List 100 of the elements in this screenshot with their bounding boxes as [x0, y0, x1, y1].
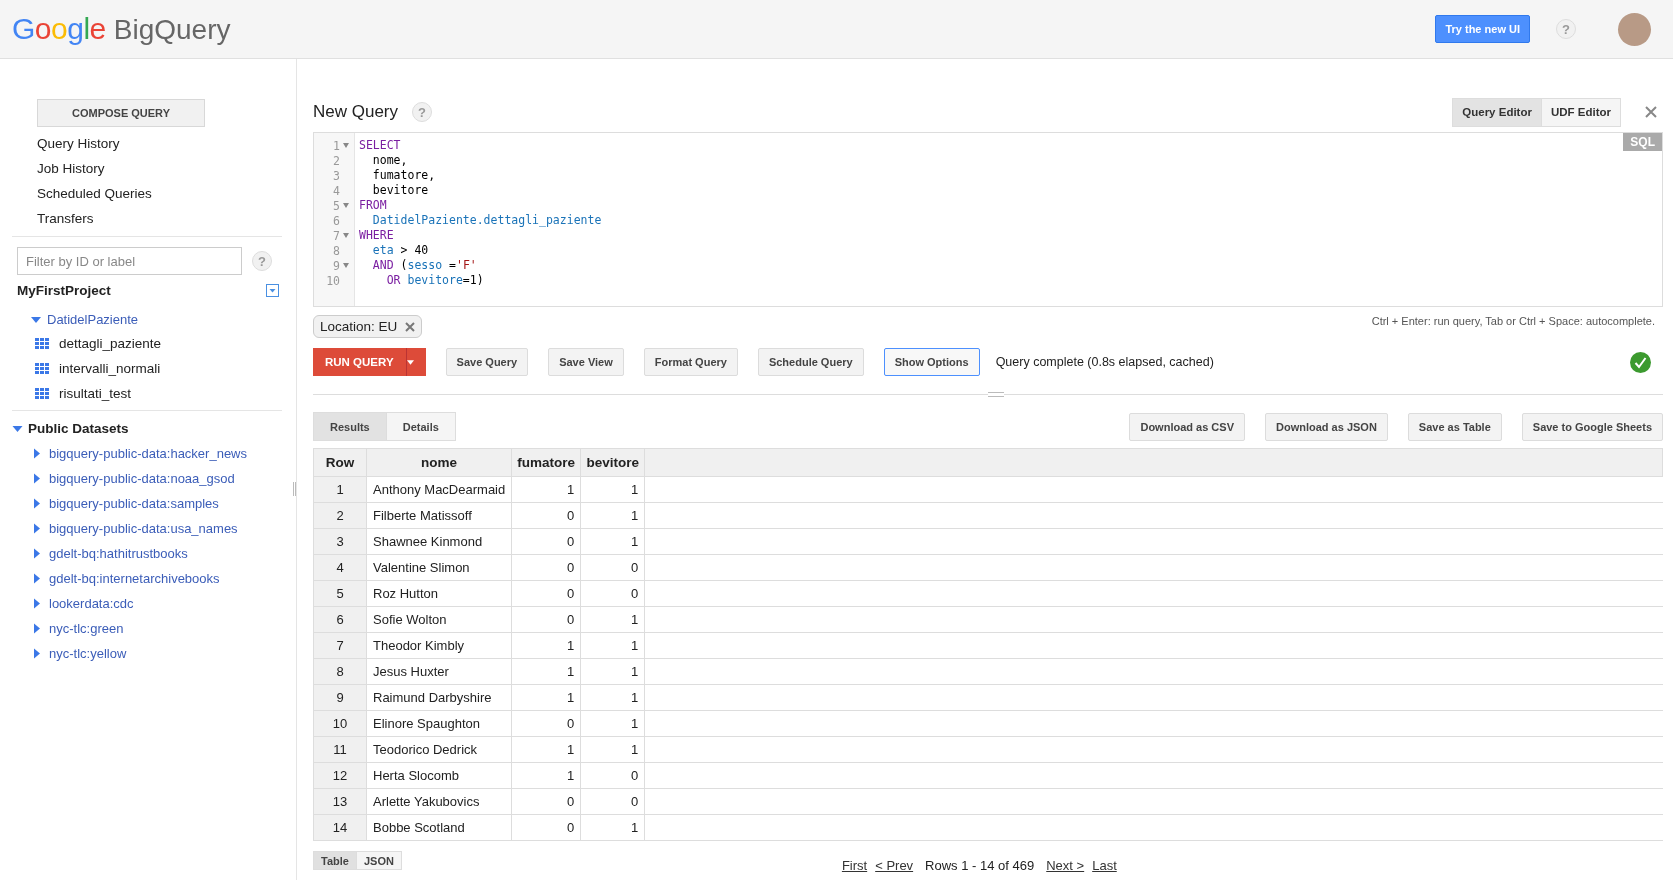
table-cell: Filberte Matissoff: [366, 502, 512, 529]
table-link[interactable]: intervalli_normali: [59, 361, 161, 376]
collapsed-triangle-icon[interactable]: [33, 498, 41, 509]
location-chip[interactable]: Location: EU: [313, 315, 423, 338]
table-cell: 1: [511, 684, 581, 711]
dataset-link[interactable]: nyc-tlc:green: [49, 621, 124, 636]
query-title: New Query: [313, 102, 399, 122]
editor-tab[interactable]: UDF Editor: [1540, 98, 1620, 126]
fold-icon[interactable]: [343, 143, 349, 148]
toolbar-button[interactable]: Save Query: [445, 348, 529, 376]
last-page-link[interactable]: Last: [1092, 858, 1117, 873]
code-line: OR bevitore=1): [385, 273, 484, 287]
view-tab[interactable]: Table: [314, 852, 356, 869]
compose-query-button[interactable]: COMPOSE QUERY: [37, 99, 205, 127]
collapsed-triangle-icon[interactable]: [33, 573, 41, 584]
table-cell: 0: [511, 606, 581, 633]
collapsed-triangle-icon[interactable]: [33, 448, 41, 459]
code-line: nome,: [371, 153, 408, 167]
collapsed-triangle-icon[interactable]: [33, 473, 41, 484]
google-logo: Google: [12, 12, 106, 46]
nav-link[interactable]: Job History: [37, 156, 280, 181]
remove-icon[interactable]: [405, 321, 416, 332]
table-cell: 0: [511, 528, 581, 555]
collapsed-triangle-icon[interactable]: [33, 523, 41, 534]
column-header: Row: [313, 448, 367, 477]
export-button[interactable]: Save to Google Sheets: [1521, 412, 1663, 441]
first-page-link[interactable]: First: [841, 858, 868, 873]
table-cell: 10: [313, 710, 367, 737]
code-line: FROM: [359, 198, 387, 212]
code-line: fumatore,: [371, 168, 436, 182]
dropdown-icon[interactable]: [266, 284, 279, 297]
table-cell: 1: [580, 736, 645, 763]
table-cell: 0: [511, 554, 581, 581]
fold-icon[interactable]: [343, 233, 349, 238]
product-name: BigQuery: [113, 14, 231, 46]
expanded-triangle-icon[interactable]: [12, 423, 23, 434]
toolbar-button[interactable]: Save View: [548, 348, 624, 376]
dataset-link[interactable]: gdelt-bq:hathitrustbooks: [49, 546, 188, 561]
column-header: bevitore: [580, 448, 645, 477]
shortcut-hint: Ctrl + Enter: run query, Tab or Ctrl + Space: autocomplete.: [1371, 315, 1656, 327]
table-cell: 1: [511, 632, 581, 659]
fold-icon[interactable]: [343, 203, 349, 208]
results-tab[interactable]: Details: [385, 413, 455, 440]
table-cell: 12: [313, 762, 367, 789]
section-title[interactable]: Public Datasets: [28, 421, 129, 436]
resize-handle[interactable]: [293, 482, 296, 496]
table-cell: 11: [313, 736, 367, 763]
collapsed-triangle-icon[interactable]: [33, 623, 41, 634]
dataset-link[interactable]: nyc-tlc:yellow: [49, 646, 127, 661]
table-link[interactable]: dettagli_paziente: [59, 336, 162, 351]
run-options-button[interactable]: [405, 348, 426, 376]
table-link[interactable]: risultati_test: [59, 386, 132, 401]
toolbar-button[interactable]: Schedule Query: [757, 348, 864, 376]
table-cell: 1: [511, 736, 581, 763]
dataset-link[interactable]: bigquery-public-data:noaa_gsod: [49, 471, 235, 486]
table-cell: 0: [511, 580, 581, 607]
close-icon[interactable]: [1645, 106, 1657, 118]
code-editor[interactable]: 1 2 3 4 5 6 7 8 9 10 SELECT nome, fumatore, bevitore FROM DatidelPaziente.dettagli_paziente WHERE eta > 40 AND (sesso ='F' OR bevitore=1) SQL: [313, 132, 1663, 307]
export-button[interactable]: Download as CSV: [1129, 412, 1245, 441]
filter-field[interactable]: Filter by ID or label: [17, 247, 242, 275]
dataset-link[interactable]: DatidelPaziente: [47, 312, 139, 327]
collapsed-triangle-icon[interactable]: [33, 648, 41, 659]
dataset-link[interactable]: lookerdata:cdc: [49, 596, 134, 611]
editor-tab[interactable]: Query Editor: [1453, 98, 1541, 126]
table-icon: [35, 363, 49, 374]
next-page-link[interactable]: Next >: [1046, 858, 1085, 873]
table-cell: Bobbe Scotland: [366, 814, 512, 841]
collapsed-triangle-icon[interactable]: [33, 598, 41, 609]
run-query-button[interactable]: RUN QUERY: [313, 348, 406, 376]
table-cell: 1: [580, 658, 645, 685]
line-number: 7: [333, 228, 340, 243]
dataset-link[interactable]: bigquery-public-data:hacker_news: [49, 446, 247, 461]
table-cell: Herta Slocomb: [366, 762, 512, 789]
line-number: 10: [326, 273, 340, 288]
dataset-link[interactable]: gdelt-bq:internetarchivebooks: [49, 571, 220, 586]
nav-link[interactable]: Scheduled Queries: [37, 181, 280, 206]
export-button[interactable]: Download as JSON: [1265, 412, 1388, 441]
toolbar-button[interactable]: Format Query: [643, 348, 738, 376]
results-tab[interactable]: Results: [314, 413, 386, 440]
table-cell: 0: [580, 554, 645, 581]
table-cell: 1: [313, 476, 367, 503]
collapsed-triangle-icon[interactable]: [33, 548, 41, 559]
nav-link[interactable]: Query History: [37, 131, 280, 156]
project-name[interactable]: MyFirstProject: [17, 283, 111, 298]
toolbar-button[interactable]: Show Options: [883, 348, 980, 376]
export-button[interactable]: Save as Table: [1407, 412, 1502, 441]
expanded-triangle-icon[interactable]: [31, 314, 41, 325]
nav-link[interactable]: Transfers: [37, 206, 280, 231]
resize-handle[interactable]: [988, 392, 1004, 397]
fold-icon[interactable]: [343, 263, 349, 268]
previous-page-link[interactable]: < Prev: [875, 858, 914, 873]
row-range: Rows 1 - 14 of 469: [925, 858, 1035, 873]
view-tab[interactable]: JSON: [355, 852, 401, 869]
table-cell: 1: [580, 684, 645, 711]
table-cell: 5: [313, 580, 367, 607]
table-cell: Sofie Wolton: [366, 606, 512, 633]
dataset-link[interactable]: bigquery-public-data:samples: [49, 496, 219, 511]
dataset-link[interactable]: bigquery-public-data:usa_names: [49, 521, 238, 536]
avatar[interactable]: [1618, 12, 1651, 46]
table-cell: 7: [313, 632, 367, 659]
